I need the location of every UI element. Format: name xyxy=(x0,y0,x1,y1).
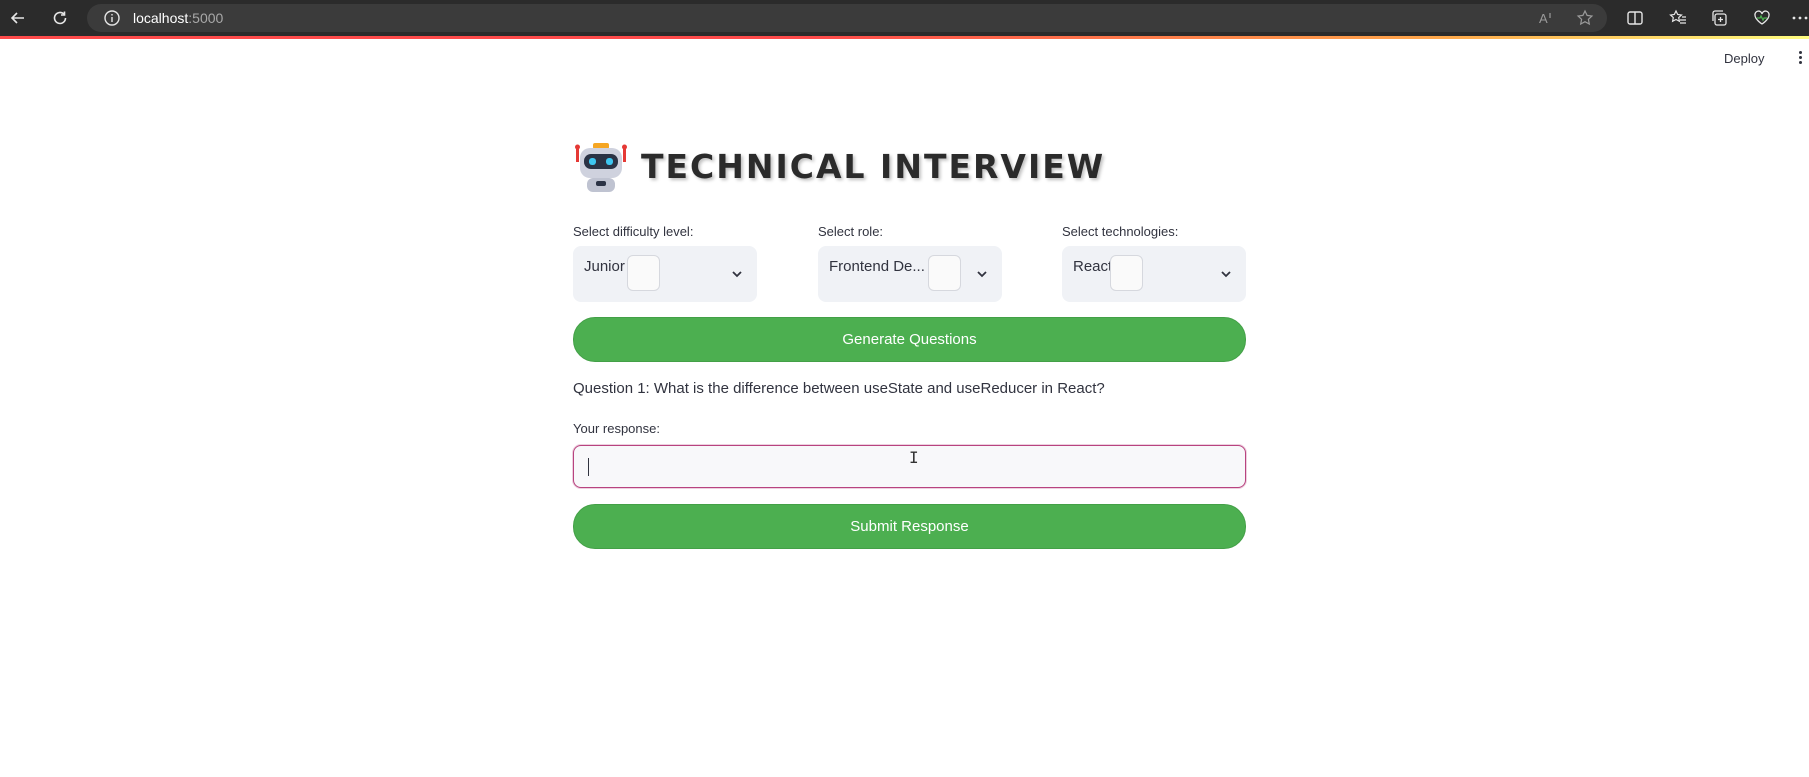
difficulty-select-group: Select difficulty level: Junior xyxy=(573,222,757,302)
page-title: TECHNICAL INTERVIEW xyxy=(641,146,1106,186)
chevron-down-icon[interactable] xyxy=(729,266,745,282)
text-caret xyxy=(588,458,589,476)
technologies-label: Select technologies: xyxy=(1062,224,1179,239)
address-bar[interactable]: localhost:5000 xyxy=(87,4,1607,32)
browser-essentials-icon[interactable] xyxy=(1750,6,1774,30)
chevron-down-icon[interactable] xyxy=(974,266,990,282)
difficulty-label: Select difficulty level: xyxy=(573,224,694,239)
chevron-down-icon[interactable] xyxy=(1218,266,1234,282)
technologies-value: React xyxy=(1073,258,1113,275)
decoration-bar xyxy=(0,36,1809,39)
role-select-input[interactable] xyxy=(928,255,961,291)
main-menu-button[interactable] xyxy=(1795,51,1805,67)
favorites-icon[interactable] xyxy=(1666,6,1690,30)
question-text: Question 1: What is the difference betwe… xyxy=(573,380,1105,397)
submit-response-button[interactable]: Submit Response xyxy=(573,504,1246,549)
menu-dot-icon xyxy=(1798,56,1802,59)
role-select[interactable]: Frontend De... xyxy=(818,246,1002,302)
role-select-group: Select role: Frontend De... xyxy=(818,222,1002,302)
browser-toolbar: localhost:5000 A xyxy=(0,0,1809,36)
refresh-icon[interactable] xyxy=(48,6,72,30)
read-aloud-icon[interactable]: A xyxy=(1535,6,1559,30)
url-text: localhost:5000 xyxy=(133,9,223,27)
robot-icon xyxy=(575,143,627,192)
page-header: TECHNICAL INTERVIEW xyxy=(573,138,1105,194)
technologies-select-input[interactable] xyxy=(1110,255,1143,291)
deploy-button[interactable]: Deploy xyxy=(1724,51,1764,66)
more-icon[interactable] xyxy=(1788,6,1809,30)
response-label: Your response: xyxy=(573,421,660,436)
svg-text:A: A xyxy=(1539,11,1548,26)
technologies-select[interactable]: React xyxy=(1062,246,1246,302)
split-screen-icon[interactable] xyxy=(1623,6,1647,30)
mouse-cursor-icon: I xyxy=(909,448,919,467)
favorite-icon[interactable] xyxy=(1573,6,1597,30)
difficulty-select[interactable]: Junior xyxy=(573,246,757,302)
difficulty-value: Junior xyxy=(584,258,625,275)
generate-questions-button[interactable]: Generate Questions xyxy=(573,317,1246,362)
role-value: Frontend De... xyxy=(829,258,925,275)
menu-dot-icon xyxy=(1798,61,1802,64)
response-input[interactable]: I xyxy=(573,445,1246,488)
url-port: :5000 xyxy=(188,10,224,26)
difficulty-select-input[interactable] xyxy=(627,255,660,291)
collections-icon[interactable] xyxy=(1707,6,1731,30)
info-icon[interactable] xyxy=(103,9,121,27)
role-label: Select role: xyxy=(818,224,884,239)
menu-dot-icon xyxy=(1798,51,1802,54)
technologies-select-group: Select technologies: React xyxy=(1062,222,1246,302)
back-icon[interactable] xyxy=(6,6,30,30)
url-host: localhost xyxy=(133,10,189,26)
